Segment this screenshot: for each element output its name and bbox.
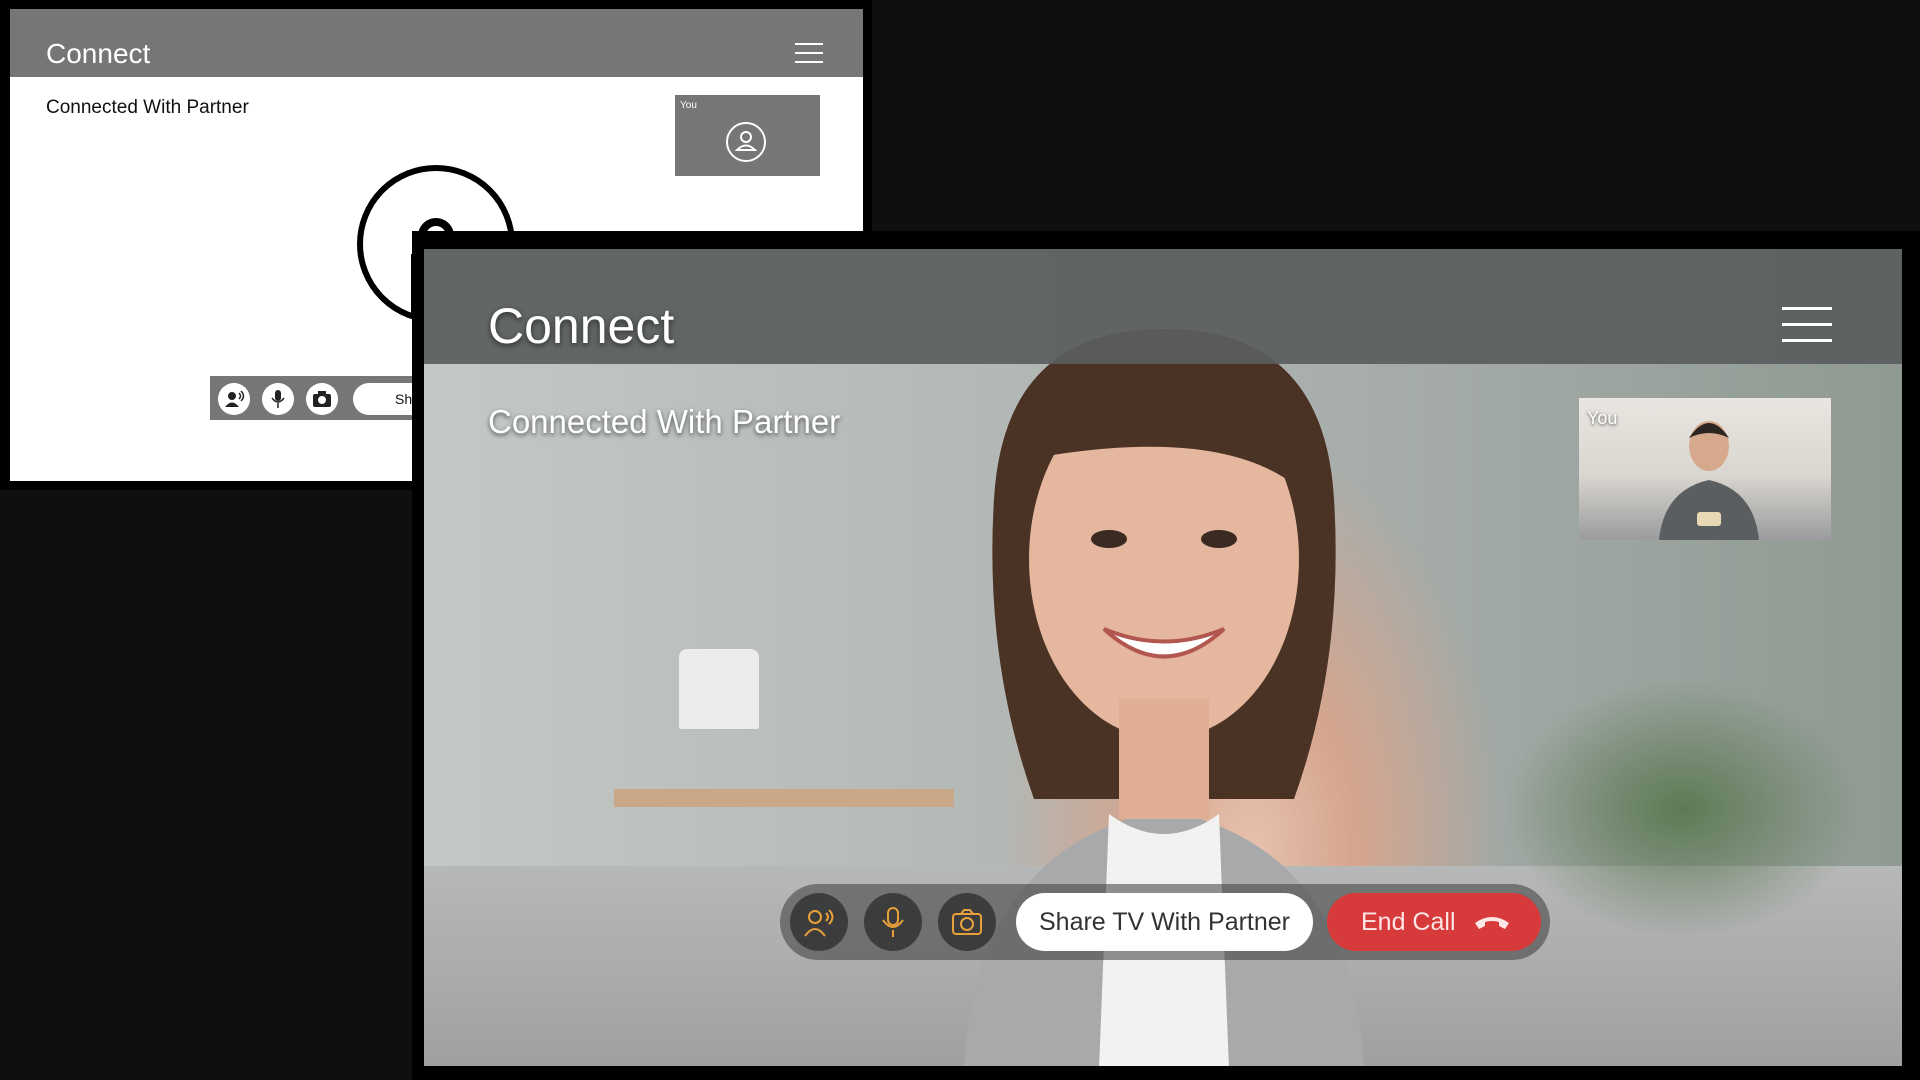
- share-tv-button[interactable]: Share TV With Partner: [1016, 893, 1313, 951]
- app-title: Connect: [46, 38, 151, 69]
- wireframe-header: Connect: [10, 9, 863, 77]
- hamburger-menu-icon[interactable]: [1782, 307, 1832, 345]
- microphone-icon[interactable]: [864, 893, 922, 951]
- camera-icon[interactable]: [306, 383, 338, 415]
- app-title: Connect: [488, 298, 675, 354]
- background-plant: [1502, 679, 1862, 939]
- microphone-icon[interactable]: [262, 383, 294, 415]
- self-view-label: You: [680, 100, 697, 111]
- hang-up-icon: [1475, 917, 1509, 929]
- background-lamp: [679, 649, 759, 729]
- self-video-image: [1659, 421, 1759, 540]
- call-control-bar: Share TV With Partner End Call: [780, 884, 1550, 960]
- hifi-mockup: Connect Connected With Partner You Share…: [412, 231, 1920, 1080]
- app-header: Connect: [424, 249, 1902, 364]
- end-call-button[interactable]: End Call: [1327, 893, 1541, 951]
- voice-call-icon[interactable]: [218, 383, 250, 415]
- camera-icon[interactable]: [938, 893, 996, 951]
- partner-video-feed: Connect Connected With Partner You Share…: [424, 249, 1902, 1066]
- self-view-tile: You: [675, 95, 820, 176]
- voice-call-icon[interactable]: [790, 893, 848, 951]
- call-status: Connected With Partner: [46, 97, 249, 118]
- user-icon: [726, 122, 766, 162]
- call-status: Connected With Partner: [488, 403, 841, 440]
- self-view-label: You: [1587, 408, 1618, 428]
- end-call-label: End Call: [1361, 908, 1456, 936]
- hamburger-menu-icon[interactable]: [795, 43, 823, 65]
- self-view-tile: You: [1579, 398, 1831, 540]
